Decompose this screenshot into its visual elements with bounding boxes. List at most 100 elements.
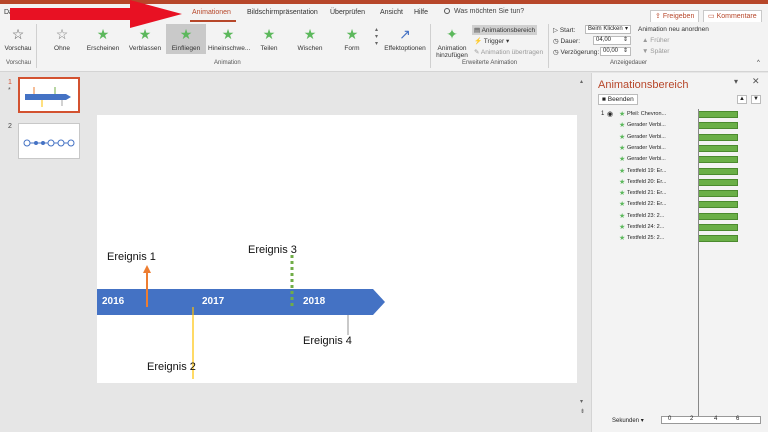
seconds-label: Sekunden: [612, 418, 640, 424]
animation-timing-bar[interactable]: [698, 235, 738, 243]
tell-me-search[interactable]: Was möchten Sie tun?: [444, 8, 524, 15]
animation-timing-bar[interactable]: [698, 144, 738, 152]
play-stop-button[interactable]: ■ Beenden: [598, 94, 638, 105]
animation-list-item[interactable]: ★ Gerader Verbi...: [619, 133, 739, 142]
animation-list-item[interactable]: ★ Textfeld 19: Er...: [619, 167, 739, 176]
animation-pane-toggle[interactable]: ▤ Animationsbereich: [472, 25, 538, 35]
page-down-icon[interactable]: ⇟: [580, 408, 585, 415]
preview-button[interactable]: ☆ Vorschau: [4, 26, 32, 52]
stepper-icon: ⇕: [622, 37, 628, 43]
effect-options-button[interactable]: ↗ Effektoptionen: [384, 26, 426, 52]
star-icon: ★: [619, 235, 626, 243]
star-icon: ★: [619, 133, 626, 141]
brush-icon: ✎: [474, 49, 481, 56]
animation-timing-bar[interactable]: [698, 111, 738, 118]
close-icon[interactable]: ✕: [752, 76, 760, 87]
tab-view[interactable]: Ansicht: [380, 9, 403, 16]
slide-scrollbar[interactable]: ▴ ▾ ⇟: [580, 78, 588, 418]
thumbnail-1-preview: [25, 87, 71, 107]
anim-split[interactable]: ★ Teilen: [252, 26, 286, 52]
duration-stepper[interactable]: 04,00 ⇕: [593, 36, 631, 45]
event-2-label[interactable]: Ereignis 2: [147, 361, 196, 373]
anim-fly-in[interactable]: ★ Einfliegen: [166, 24, 206, 54]
tab-review[interactable]: Überprüfen: [330, 9, 365, 16]
thumb-node: [41, 141, 45, 145]
animation-timing-bar[interactable]: [698, 133, 738, 141]
timeline-playhead: [698, 109, 699, 419]
animation-list-item[interactable]: ★ Textfeld 20: Er...: [619, 178, 739, 187]
thumb-node: [23, 139, 31, 147]
anim-fly-in-label: Einfliegen: [171, 45, 201, 52]
animation-timing-bar[interactable]: [698, 122, 738, 130]
anim-shape[interactable]: ★ Form: [334, 26, 370, 52]
preview-label: Vorschau: [4, 45, 32, 52]
animation-list-item[interactable]: ★ Textfeld 24: 2...: [619, 223, 739, 232]
animation-item-name: Gerader Verbi...: [627, 133, 666, 140]
anim-fade-label: Verblassen: [128, 45, 162, 52]
thumb-node: [47, 139, 55, 147]
animation-list-item[interactable]: ★ Textfeld 21: Er...: [619, 189, 739, 198]
slide-thumbnail-1[interactable]: [18, 77, 80, 113]
slide-canvas[interactable]: 2016 2017 2018 Ereignis 1 Ereignis 2 Ere…: [97, 115, 577, 383]
year-label-2016[interactable]: 2016: [102, 296, 124, 307]
scroll-down-icon[interactable]: ▾: [580, 398, 583, 405]
gallery-scroll-icon[interactable]: ▴ ▾ ▾: [375, 26, 378, 47]
animation-timing-bar[interactable]: [698, 167, 738, 175]
animation-item-name: Textfeld 21: Er...: [627, 190, 667, 197]
collapse-ribbon-icon[interactable]: ^: [757, 60, 760, 66]
star-icon: ☆: [11, 26, 25, 42]
star-plus-icon: ✦: [446, 26, 458, 42]
event-1-label[interactable]: Ereignis 1: [107, 251, 156, 263]
scroll-up-icon[interactable]: ▴: [580, 78, 583, 85]
animation-list-item[interactable]: ★ Gerader Verbi...: [619, 121, 739, 130]
seconds-dropdown[interactable]: Sekunden ▾: [612, 417, 644, 424]
event-4-label[interactable]: Ereignis 4: [303, 335, 352, 347]
move-down-icon[interactable]: ▼: [751, 95, 761, 104]
move-earlier-button: ▲ Früher: [642, 37, 669, 44]
anim-appear[interactable]: ★ Erscheinen: [84, 26, 122, 52]
ribbon: ☆ Vorschau Vorschau ☆ Ohne ★ Erscheinen ★ V…: [0, 22, 768, 72]
star-icon: ★: [179, 26, 193, 42]
animation-timing-bar[interactable]: [698, 201, 738, 209]
pane-options-icon[interactable]: ▾: [734, 77, 738, 86]
anim-wipe[interactable]: ★ Wischen: [292, 26, 328, 52]
animation-timing-bar[interactable]: [698, 178, 738, 186]
timeline-arrow[interactable]: [97, 289, 385, 315]
delay-stepper[interactable]: 00,00 ⇕: [600, 47, 631, 56]
star-icon: ★: [138, 26, 152, 42]
animation-item-name: Textfeld 25: 2...: [627, 235, 665, 242]
tab-animations[interactable]: Animationen: [192, 9, 231, 16]
animation-timing-bar[interactable]: [698, 212, 738, 220]
anim-none[interactable]: ☆ Ohne: [44, 26, 80, 52]
year-label-2018[interactable]: 2018: [303, 296, 325, 307]
animation-timing-bar[interactable]: [698, 224, 738, 231]
tab-slideshow[interactable]: Bildschirmpräsentation: [247, 9, 318, 16]
animation-list-item[interactable]: ★ Textfeld 25: 2...: [619, 234, 739, 243]
animation-list-item[interactable]: ★ Textfeld 22: Er...: [619, 200, 739, 209]
trigger-button[interactable]: ⚡ Trigger ▾: [474, 37, 509, 45]
search-icon: [444, 8, 450, 14]
add-animation-button[interactable]: ✦ Animation hinzufügen: [434, 26, 470, 59]
star-icon: ★: [619, 178, 626, 186]
animation-item-name: Textfeld 24: 2...: [627, 224, 665, 230]
animation-list-item[interactable]: ★ Gerader Verbi...: [619, 144, 739, 153]
start-dropdown[interactable]: Beim Klicken ▾: [585, 25, 631, 34]
slide-thumbnail-2[interactable]: [18, 123, 80, 159]
anim-fade[interactable]: ★ Verblassen: [126, 26, 164, 52]
share-icon: ⇪: [655, 13, 663, 20]
anim-float-in[interactable]: ★ Hineinschwe...: [208, 26, 250, 52]
animation-timing-bar[interactable]: [698, 156, 738, 164]
animation-item-name: Gerader Verbi...: [627, 156, 666, 163]
year-label-2017[interactable]: 2017: [202, 296, 224, 307]
move-up-icon[interactable]: ▲: [737, 95, 747, 104]
animation-timing-bar[interactable]: [698, 190, 738, 198]
timeline-scale: 0 2 4 6: [661, 416, 761, 424]
group-animation: Animation: [214, 60, 241, 66]
animation-list-item[interactable]: ★ Textfeld 23: 2...: [619, 212, 739, 221]
event-3-label[interactable]: Ereignis 3: [248, 244, 297, 256]
animation-list-item[interactable]: ★ Pfeil: Chevron...: [619, 110, 739, 119]
animation-list-item[interactable]: ★ Gerader Verbi...: [619, 155, 739, 164]
thumb-node: [34, 141, 38, 145]
tab-file[interactable]: Dat: [4, 9, 15, 16]
tab-help[interactable]: Hilfe: [414, 9, 428, 16]
